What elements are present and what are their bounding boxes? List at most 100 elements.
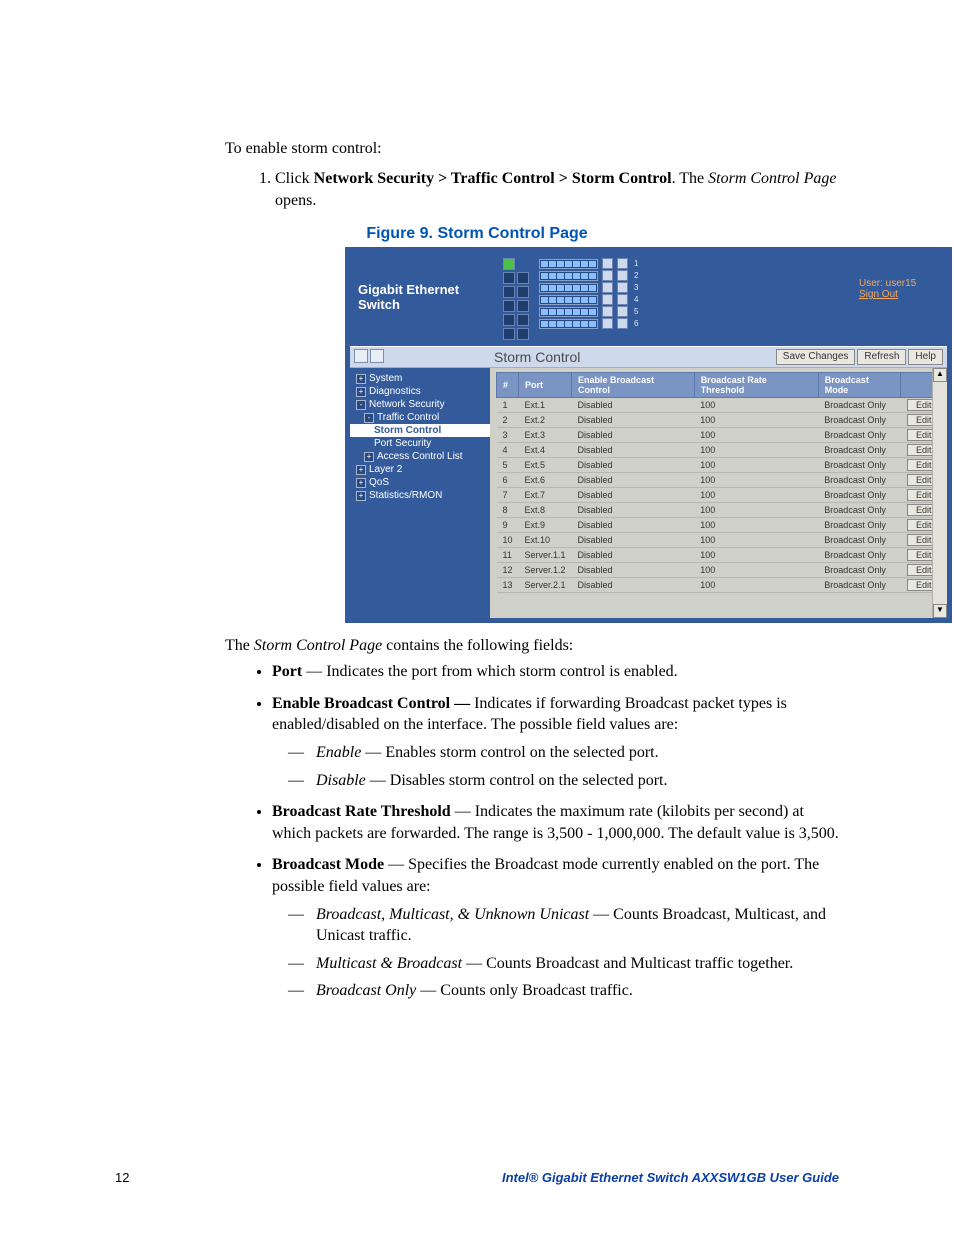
cell-mode: Broadcast Only [818, 533, 901, 548]
tree-access-control[interactable]: +Access Control List [350, 450, 490, 463]
table-header-row: # Port Enable Broadcast Control Broadcas… [497, 373, 947, 398]
cell-brt: 100 [694, 503, 818, 518]
bmode-bo-desc: — Counts only Broadcast traffic. [416, 982, 633, 999]
after-prefix: The [225, 637, 254, 654]
cell-ebc: Disabled [572, 533, 695, 548]
step-1: Click Network Security > Traffic Control… [275, 168, 839, 211]
cell-num: 5 [497, 458, 519, 473]
save-changes-button[interactable]: Save Changes [776, 349, 856, 365]
cell-port: Ext.4 [519, 443, 572, 458]
table-row: 8Ext.8Disabled100Broadcast OnlyEdit [497, 503, 947, 518]
bmode-bo-term: Broadcast Only [316, 982, 416, 999]
after-figure-text: The Storm Control Page contains the foll… [225, 637, 839, 655]
figure-caption: Figure 9. Storm Control Page [115, 225, 839, 243]
cell-ebc: Disabled [572, 548, 695, 563]
field-ebc-term: Enable Broadcast Control — [272, 695, 474, 712]
cell-brt: 100 [694, 563, 818, 578]
cell-num: 4 [497, 443, 519, 458]
cell-ebc: Disabled [572, 503, 695, 518]
cell-mode: Broadcast Only [818, 563, 901, 578]
cell-ebc: Disabled [572, 578, 695, 593]
cell-ebc: Disabled [572, 563, 695, 578]
table-row: 1Ext.1Disabled100Broadcast OnlyEdit [497, 398, 947, 413]
bmode-bmu: Broadcast, Multicast, & Unknown Unicast … [288, 904, 839, 947]
col-num: # [497, 373, 519, 398]
tree-port-security[interactable]: Port Security [350, 437, 490, 450]
tree-layer2[interactable]: +Layer 2 [350, 463, 490, 476]
table-row: 10Ext.10Disabled100Broadcast OnlyEdit [497, 533, 947, 548]
cell-num: 10 [497, 533, 519, 548]
help-button[interactable]: Help [908, 349, 943, 365]
cell-port: Ext.8 [519, 503, 572, 518]
screenshot-toolbar: Storm Control Save Changes Refresh Help [350, 346, 947, 368]
cell-num: 6 [497, 473, 519, 488]
bmode-mb-term: Multicast & Broadcast [316, 955, 462, 972]
step-1-path: Network Security > Traffic Control > Sto… [314, 170, 672, 187]
cell-port: Ext.7 [519, 488, 572, 503]
field-bmode-term: Broadcast Mode [272, 856, 384, 873]
after-pagename: Storm Control Page [254, 637, 382, 654]
after-suffix: contains the following fields: [382, 637, 573, 654]
table-row: 4Ext.4Disabled100Broadcast OnlyEdit [497, 443, 947, 458]
tree-traffic-control[interactable]: -Traffic Control [350, 411, 490, 424]
cell-ebc: Disabled [572, 458, 695, 473]
table-row: 5Ext.5Disabled100Broadcast OnlyEdit [497, 458, 947, 473]
cell-port: Ext.10 [519, 533, 572, 548]
sign-out-link[interactable]: Sign Out [859, 289, 939, 300]
scroll-down-icon[interactable]: ▼ [933, 604, 947, 618]
cell-ebc: Disabled [572, 473, 695, 488]
cell-num: 7 [497, 488, 519, 503]
ebc-enable-term: Enable [316, 744, 361, 761]
field-list: Port — Indicates the port from which sto… [250, 661, 839, 1002]
cell-port: Ext.3 [519, 428, 572, 443]
cell-num: 3 [497, 428, 519, 443]
col-brt: Broadcast Rate Threshold [694, 373, 818, 398]
cell-num: 2 [497, 413, 519, 428]
ebc-disable-term: Disable [316, 772, 366, 789]
tree-collapse-icon[interactable] [370, 349, 384, 363]
product-title: Gigabit Ethernet Switch [358, 258, 503, 312]
cell-brt: 100 [694, 578, 818, 593]
table-row: 7Ext.7Disabled100Broadcast OnlyEdit [497, 488, 947, 503]
tree-network-security[interactable]: -Network Security [350, 398, 490, 411]
page-number: 12 [115, 1170, 129, 1185]
book-title: Intel® Gigabit Ethernet Switch AXXSW1GB … [502, 1170, 839, 1185]
table-row: 12Server.1.2Disabled100Broadcast OnlyEdi… [497, 563, 947, 578]
field-ebc: Enable Broadcast Control — Indicates if … [272, 693, 839, 791]
cell-mode: Broadcast Only [818, 518, 901, 533]
step-1-page: Storm Control Page [708, 170, 836, 187]
cell-mode: Broadcast Only [818, 458, 901, 473]
steps-list: Click Network Security > Traffic Control… [250, 168, 839, 211]
cell-mode: Broadcast Only [818, 578, 901, 593]
cell-port: Ext.1 [519, 398, 572, 413]
cell-num: 13 [497, 578, 519, 593]
scrollbar[interactable]: ▲ ▼ [932, 368, 947, 618]
refresh-button[interactable]: Refresh [857, 349, 906, 365]
page-footer: 12 Intel® Gigabit Ethernet Switch AXXSW1… [115, 1170, 839, 1185]
ebc-enable-desc: — Enables storm control on the selected … [361, 744, 658, 761]
tree-diagnostics[interactable]: +Diagnostics [350, 385, 490, 398]
bmode-bmu-term: Broadcast, Multicast, & Unknown Unicast [316, 906, 589, 923]
device-grid-icon [503, 258, 531, 340]
tree-storm-control[interactable]: Storm Control [350, 424, 490, 437]
screenshot-header: Gigabit Ethernet Switch 1 2 3 4 5 6 User… [350, 252, 947, 346]
tree-system[interactable]: +System [350, 372, 490, 385]
tree-expand-icon[interactable] [354, 349, 368, 363]
table-row: 9Ext.9Disabled100Broadcast OnlyEdit [497, 518, 947, 533]
field-port-term: Port [272, 663, 302, 680]
cell-mode: Broadcast Only [818, 503, 901, 518]
cell-num: 8 [497, 503, 519, 518]
cell-brt: 100 [694, 518, 818, 533]
bmode-mb: Multicast & Broadcast — Counts Broadcast… [288, 953, 839, 975]
cell-port: Ext.6 [519, 473, 572, 488]
scroll-up-icon[interactable]: ▲ [933, 368, 947, 382]
table-row: 2Ext.2Disabled100Broadcast OnlyEdit [497, 413, 947, 428]
ebc-disable-desc: — Disables storm control on the selected… [366, 772, 668, 789]
cell-ebc: Disabled [572, 443, 695, 458]
cell-mode: Broadcast Only [818, 548, 901, 563]
storm-control-screenshot: Gigabit Ethernet Switch 1 2 3 4 5 6 User… [345, 247, 952, 623]
step-1-prefix: Click [275, 170, 314, 187]
tree-qos[interactable]: +QoS [350, 476, 490, 489]
tree-statistics[interactable]: +Statistics/RMON [350, 489, 490, 502]
cell-num: 9 [497, 518, 519, 533]
